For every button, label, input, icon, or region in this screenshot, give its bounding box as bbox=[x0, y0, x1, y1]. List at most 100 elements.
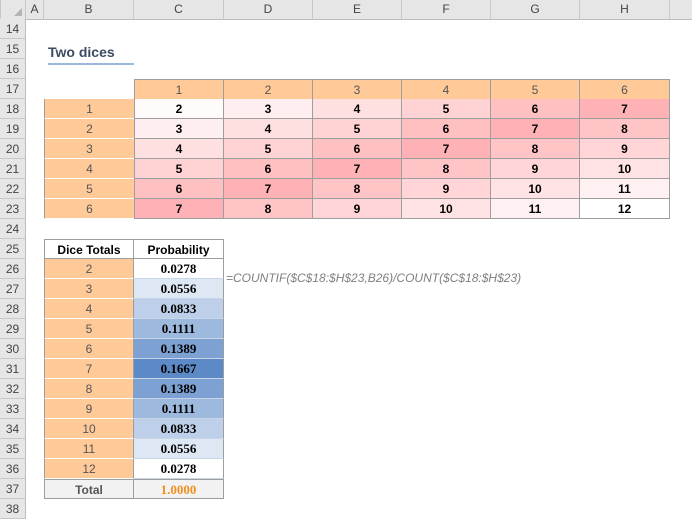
dice-sum-cell[interactable]: 9 bbox=[491, 159, 580, 179]
prob-total-cell[interactable]: 4 bbox=[44, 299, 134, 319]
dice-row-header[interactable]: 1 bbox=[44, 99, 134, 119]
prob-total-cell[interactable]: 10 bbox=[44, 419, 134, 439]
column-header-C[interactable]: C bbox=[134, 0, 224, 19]
column-header-E[interactable]: E bbox=[313, 0, 402, 19]
dice-sum-cell[interactable]: 6 bbox=[402, 119, 491, 139]
dice-sum-cell[interactable]: 7 bbox=[402, 139, 491, 159]
row-header-27[interactable]: 27 bbox=[0, 279, 26, 299]
dice-sum-cell[interactable]: 8 bbox=[402, 159, 491, 179]
dice-sum-cell[interactable]: 7 bbox=[134, 199, 224, 219]
prob-total-cell[interactable]: 5 bbox=[44, 319, 134, 339]
prob-value-cell[interactable]: 0.1667 bbox=[134, 359, 224, 379]
dice-sum-cell[interactable]: 3 bbox=[224, 99, 313, 119]
prob-header-probability[interactable]: Probability bbox=[133, 239, 224, 259]
row-header-16[interactable]: 16 bbox=[0, 59, 26, 79]
dice-sum-cell[interactable]: 6 bbox=[491, 99, 580, 119]
column-header-H[interactable]: H bbox=[580, 0, 670, 19]
row-header-29[interactable]: 29 bbox=[0, 319, 26, 339]
row-header-38[interactable]: 38 bbox=[0, 499, 26, 519]
dice-sum-cell[interactable]: 5 bbox=[402, 99, 491, 119]
prob-header-totals[interactable]: Dice Totals bbox=[44, 239, 134, 259]
prob-value-cell[interactable]: 0.0556 bbox=[134, 439, 224, 459]
dice-sum-cell[interactable]: 2 bbox=[134, 99, 224, 119]
prob-value-cell[interactable]: 0.1389 bbox=[134, 339, 224, 359]
dice-sum-cell[interactable]: 4 bbox=[224, 119, 313, 139]
dice-sum-cell[interactable]: 8 bbox=[580, 119, 670, 139]
prob-total-cell[interactable]: 8 bbox=[44, 379, 134, 399]
dice-sum-cell[interactable]: 6 bbox=[313, 139, 402, 159]
formula-annotation[interactable]: =COUNTIF($C$18:$H$23,B26)/COUNT($C$18:$H… bbox=[226, 268, 521, 288]
dice-sum-cell[interactable]: 7 bbox=[491, 119, 580, 139]
dice-sum-cell[interactable]: 8 bbox=[491, 139, 580, 159]
row-header-18[interactable]: 18 bbox=[0, 99, 26, 119]
prob-value-cell[interactable]: 0.0833 bbox=[134, 419, 224, 439]
dice-row-header[interactable]: 5 bbox=[44, 179, 134, 199]
dice-sum-cell[interactable]: 6 bbox=[134, 179, 224, 199]
row-header-31[interactable]: 31 bbox=[0, 359, 26, 379]
dice-sum-cell[interactable]: 4 bbox=[313, 99, 402, 119]
prob-value-cell[interactable]: 0.1389 bbox=[134, 379, 224, 399]
prob-value-cell[interactable]: 0.1111 bbox=[134, 319, 224, 339]
prob-value-cell[interactable]: 0.0556 bbox=[134, 279, 224, 299]
dice-row-header[interactable]: 6 bbox=[44, 199, 134, 219]
dice-sum-cell[interactable]: 6 bbox=[224, 159, 313, 179]
dice-sum-cell[interactable]: 11 bbox=[491, 199, 580, 219]
prob-value-cell[interactable]: 0.0833 bbox=[134, 299, 224, 319]
row-header-23[interactable]: 23 bbox=[0, 199, 26, 219]
dice-col-header[interactable]: 4 bbox=[402, 79, 491, 99]
dice-sum-cell[interactable]: 5 bbox=[313, 119, 402, 139]
sheet-title[interactable]: Two dices bbox=[48, 44, 134, 65]
prob-total-cell[interactable]: 9 bbox=[44, 399, 134, 419]
prob-total-cell[interactable]: 2 bbox=[44, 259, 134, 279]
dice-col-header[interactable]: 5 bbox=[491, 79, 580, 99]
dice-sum-cell[interactable]: 5 bbox=[224, 139, 313, 159]
row-header-28[interactable]: 28 bbox=[0, 299, 26, 319]
row-header-20[interactable]: 20 bbox=[0, 139, 26, 159]
prob-value-cell[interactable]: 0.0278 bbox=[134, 259, 224, 279]
dice-sum-cell[interactable]: 10 bbox=[402, 199, 491, 219]
dice-sum-cell[interactable]: 7 bbox=[580, 99, 670, 119]
row-header-14[interactable]: 14 bbox=[0, 19, 26, 39]
dice-sum-cell[interactable]: 3 bbox=[134, 119, 224, 139]
row-header-30[interactable]: 30 bbox=[0, 339, 26, 359]
row-header-37[interactable]: 37 bbox=[0, 479, 26, 499]
column-header-D[interactable]: D bbox=[224, 0, 313, 19]
dice-col-header[interactable]: 6 bbox=[580, 79, 670, 99]
dice-sum-cell[interactable]: 4 bbox=[134, 139, 224, 159]
dice-sum-cell[interactable]: 9 bbox=[402, 179, 491, 199]
column-header-F[interactable]: F bbox=[402, 0, 491, 19]
prob-total-cell[interactable]: 7 bbox=[44, 359, 134, 379]
dice-sum-cell[interactable]: 10 bbox=[580, 159, 670, 179]
column-header-G[interactable]: G bbox=[491, 0, 580, 19]
row-header-25[interactable]: 25 bbox=[0, 239, 26, 259]
dice-sum-cell[interactable]: 9 bbox=[313, 199, 402, 219]
dice-sum-cell[interactable]: 11 bbox=[580, 179, 670, 199]
row-header-33[interactable]: 33 bbox=[0, 399, 26, 419]
dice-col-header[interactable]: 3 bbox=[313, 79, 402, 99]
dice-row-header[interactable]: 4 bbox=[44, 159, 134, 179]
dice-sum-cell[interactable]: 10 bbox=[491, 179, 580, 199]
prob-total-cell[interactable]: 6 bbox=[44, 339, 134, 359]
prob-value-cell[interactable]: 0.1111 bbox=[134, 399, 224, 419]
prob-value-cell[interactable]: 0.0278 bbox=[134, 459, 224, 479]
row-header-35[interactable]: 35 bbox=[0, 439, 26, 459]
row-header-26[interactable]: 26 bbox=[0, 259, 26, 279]
prob-total-cell[interactable]: 12 bbox=[44, 459, 134, 479]
column-header-A[interactable]: A bbox=[26, 0, 44, 19]
dice-row-header[interactable]: 2 bbox=[44, 119, 134, 139]
dice-sum-cell[interactable]: 7 bbox=[313, 159, 402, 179]
dice-col-header[interactable]: 1 bbox=[134, 79, 224, 99]
select-all-corner[interactable] bbox=[0, 0, 26, 19]
row-header-34[interactable]: 34 bbox=[0, 419, 26, 439]
prob-total-cell[interactable]: 3 bbox=[44, 279, 134, 299]
prob-total-label[interactable]: Total bbox=[44, 479, 134, 499]
row-header-24[interactable]: 24 bbox=[0, 219, 26, 239]
dice-sum-cell[interactable]: 9 bbox=[580, 139, 670, 159]
row-header-32[interactable]: 32 bbox=[0, 379, 26, 399]
dice-sum-cell[interactable]: 8 bbox=[313, 179, 402, 199]
row-header-36[interactable]: 36 bbox=[0, 459, 26, 479]
row-header-22[interactable]: 22 bbox=[0, 179, 26, 199]
row-header-21[interactable]: 21 bbox=[0, 159, 26, 179]
row-header-17[interactable]: 17 bbox=[0, 79, 26, 99]
prob-total-value[interactable]: 1.0000 bbox=[133, 479, 224, 499]
